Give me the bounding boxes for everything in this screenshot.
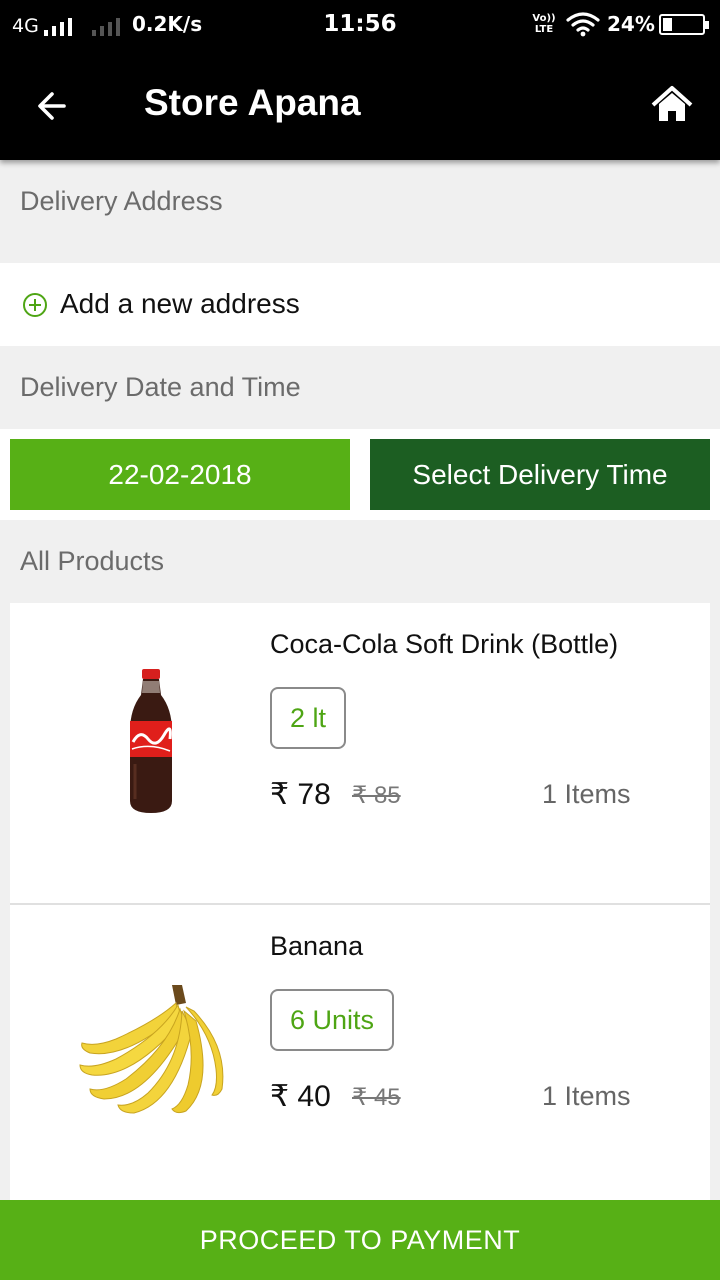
- add-address-label: Add a new address: [60, 288, 300, 319]
- volte-bottom-label: LTE: [534, 24, 554, 35]
- product-mrp: ₹ 85: [352, 782, 401, 809]
- coca-cola-bottle-image: [130, 669, 172, 813]
- item-count: 1 Items: [542, 779, 631, 809]
- volte-icon: Vo)) LTE: [532, 13, 556, 35]
- quantity-badge[interactable]: 6 Units: [270, 989, 395, 1051]
- select-delivery-time-button[interactable]: Select Delivery Time: [370, 439, 710, 510]
- add-address-row[interactable]: Add a new address: [0, 263, 720, 346]
- battery-percent: 24%: [607, 12, 655, 36]
- volte-top-label: Vo)): [532, 13, 556, 24]
- proceed-to-payment-button[interactable]: PROCEED TO PAYMENT: [0, 1200, 720, 1280]
- checkout-screen: 4G 0.2K/s 11:56 Vo)) LTE 24% Store Apana: [0, 0, 720, 1280]
- item-count: 1 Items: [542, 1081, 631, 1111]
- plus-circle-icon: [23, 293, 47, 317]
- product-item[interactable]: Banana 6 Units ₹ 40 ₹ 45 1 Items: [10, 903, 710, 1205]
- delivery-datetime-heading: Delivery Date and Time: [20, 372, 301, 402]
- battery-icon: [659, 14, 709, 35]
- home-icon[interactable]: [644, 80, 700, 132]
- product-price: ₹ 40: [270, 1080, 331, 1113]
- product-mrp: ₹ 45: [352, 1084, 401, 1111]
- wifi-icon: [566, 12, 600, 37]
- app-bar: Store Apana: [0, 52, 720, 160]
- quantity-badge[interactable]: 2 lt: [270, 687, 347, 749]
- status-bar: 4G 0.2K/s 11:56 Vo)) LTE 24%: [0, 0, 720, 52]
- banana-bunch-image: [79, 985, 224, 1114]
- product-item[interactable]: Coca-Cola Soft Drink (Bottle) 2 lt ₹ 78 …: [10, 603, 710, 905]
- arrow-left-icon[interactable]: [30, 82, 82, 130]
- delivery-address-heading: Delivery Address: [20, 186, 223, 216]
- product-price: ₹ 78: [270, 778, 331, 811]
- delivery-datetime-row: 22-02-2018 Select Delivery Time: [0, 429, 720, 520]
- product-name: Banana: [270, 931, 364, 961]
- delivery-date-button[interactable]: 22-02-2018: [10, 439, 350, 510]
- app-title: Store Apana: [144, 82, 361, 123]
- products-list: Coca-Cola Soft Drink (Bottle) 2 lt ₹ 78 …: [10, 603, 710, 1243]
- all-products-heading: All Products: [20, 546, 165, 576]
- product-name: Coca-Cola Soft Drink (Bottle): [270, 629, 619, 659]
- battery-level: [663, 18, 672, 31]
